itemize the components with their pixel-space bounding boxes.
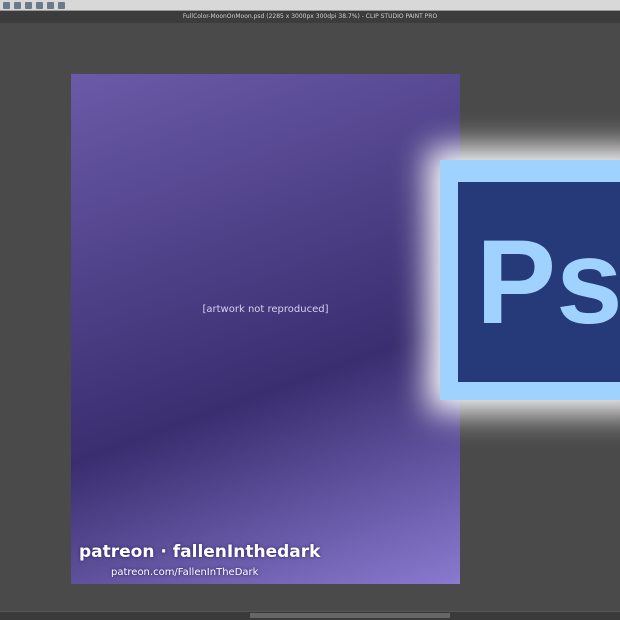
- photoshop-logo-text: Ps: [458, 182, 620, 382]
- window-title: FullColor-MoonOnMoon.psd (2285 x 3000px …: [0, 11, 620, 23]
- photoshop-logo: Ps: [440, 160, 620, 400]
- toolbar: [0, 0, 620, 11]
- save-icon[interactable]: [25, 1, 32, 9]
- new-file-icon[interactable]: [3, 1, 10, 9]
- canvas[interactable]: [artwork not reproduced] patreon · falle…: [71, 74, 460, 584]
- help-icon[interactable]: [58, 1, 65, 9]
- watermark: patreon · fallenInthedark: [79, 542, 321, 562]
- watermark-url: patreon.com/FallenInTheDark: [111, 567, 259, 578]
- horizontal-scrollbar[interactable]: [0, 611, 620, 620]
- open-file-icon[interactable]: [14, 1, 21, 9]
- canvas-placeholder: [artwork not reproduced]: [202, 303, 329, 315]
- scrollbar-thumb[interactable]: [250, 613, 450, 618]
- redo-icon[interactable]: [47, 1, 54, 9]
- undo-icon[interactable]: [36, 1, 43, 9]
